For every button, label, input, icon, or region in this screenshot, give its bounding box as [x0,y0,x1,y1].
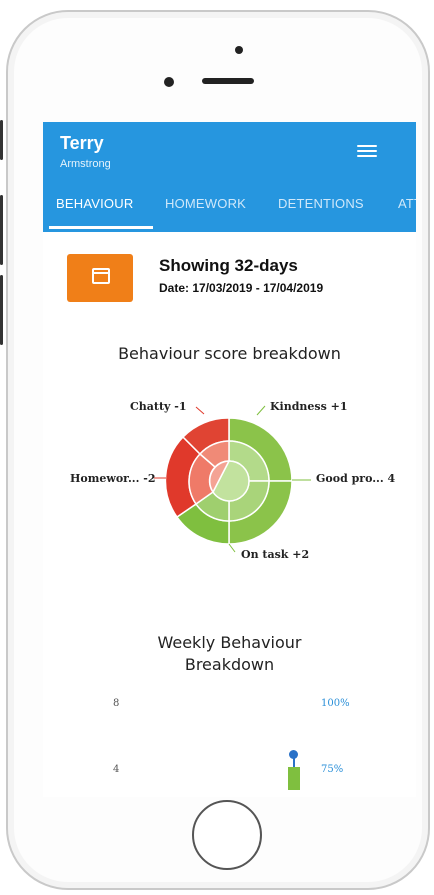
calendar-button[interactable] [67,254,133,302]
calendar-icon [92,268,110,284]
app-screen: Terry Armstrong BEHAVIOUR HOMEWORK DETEN… [43,122,416,797]
left-axis-tick-8: 8 [113,698,120,709]
right-axis-tick-75: 75% [321,764,344,775]
app-header: Terry Armstrong BEHAVIOUR HOMEWORK DETEN… [43,122,416,232]
right-axis-tick-100: 100% [321,698,350,709]
left-axis-tick-4: 4 [113,764,120,775]
weekly-title-line1: Weekly Behaviour [157,633,302,652]
mute-switch [0,120,3,160]
weekly-chart-title: Weekly Behaviour Breakdown [43,632,416,676]
home-button[interactable] [192,800,262,870]
label-kindness: Kindness +1 [270,400,348,413]
behaviour-sunburst-chart: Chatty -1 Kindness +1 Homewor... -2 Good… [70,400,396,561]
earpiece-speaker [202,78,254,84]
volume-up-button [0,195,3,265]
date-range-label: Date: 17/03/2019 - 17/04/2019 [159,281,324,295]
volume-down-button [0,275,3,345]
label-chatty: Chatty -1 [130,400,186,413]
student-last-name: Armstrong [60,158,111,170]
proximity-sensor [235,46,243,54]
label-on-task: On task +2 [241,548,309,561]
student-first-name: Terry [60,133,104,153]
weekly-title-line2: Breakdown [184,655,275,674]
tab-attendance[interactable]: ATT [398,188,416,232]
front-camera [164,77,174,87]
label-good-progress: Good pro... 4 [316,472,396,485]
showing-days-label: Showing 32-days [159,256,298,275]
label-homework: Homewor... -2 [70,472,156,485]
active-tab-indicator [49,226,153,229]
tab-bar: BEHAVIOUR HOMEWORK DETENTIONS ATT [43,188,416,232]
weekly-behaviour-chart: 8 4 100% 75% [43,682,416,797]
tab-detentions[interactable]: DETENTIONS [278,188,364,232]
weekly-bar [288,767,300,790]
hamburger-menu-icon[interactable] [357,142,377,158]
date-filter: Showing 32-days Date: 17/03/2019 - 17/04… [43,254,416,304]
behaviour-chart-title: Behaviour score breakdown [118,344,341,363]
tab-homework[interactable]: HOMEWORK [165,188,246,232]
